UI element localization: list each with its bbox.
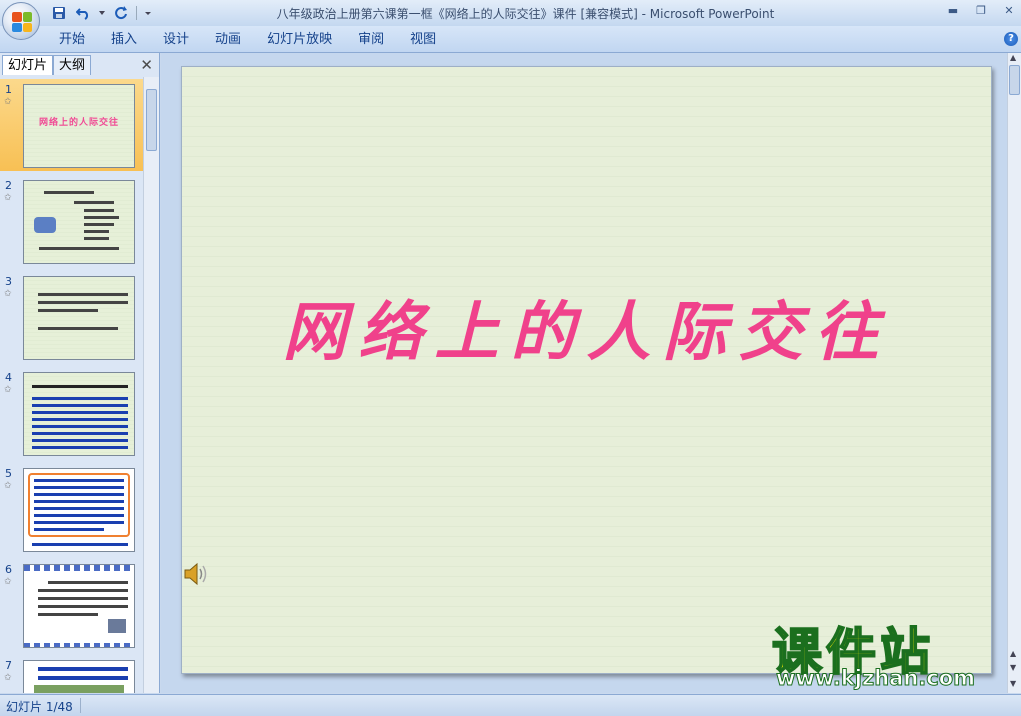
close-panel-icon[interactable]: ✕: [140, 56, 153, 74]
slide-thumbnail-7[interactable]: 7 ✩: [0, 655, 143, 693]
slide-thumbnail-3[interactable]: 3 ✩: [0, 271, 143, 363]
save-icon[interactable]: [50, 4, 68, 22]
slide-number: 5: [5, 467, 12, 480]
tab-animations[interactable]: 动画: [202, 30, 254, 50]
status-bar: 幻灯片 1/48: [0, 694, 1021, 716]
slide-title[interactable]: 网络上的人际交往: [182, 281, 991, 373]
thumbnails-scrollbar[interactable]: [143, 77, 159, 693]
animation-star-icon: ✩: [4, 385, 12, 395]
animation-star-icon: ✩: [4, 577, 12, 587]
slide-thumbnail-6[interactable]: 6 ✩: [0, 559, 143, 651]
watermark-logo: 课件站 www.kjzhan.com: [771, 612, 1012, 692]
undo-dropdown-icon[interactable]: [98, 4, 106, 22]
slide-number: 1: [5, 83, 12, 96]
restore-icon[interactable]: ❐: [973, 3, 989, 19]
ribbon-tabs: 开始 插入 设计 动画 幻灯片放映 审阅 视图: [46, 30, 449, 50]
office-button[interactable]: [2, 2, 40, 40]
slide-thumbnail-4[interactable]: 4 ✩: [0, 367, 143, 459]
office-logo-icon: [12, 12, 32, 32]
window-title: 八年级政治上册第六课第一框《网络上的人际交往》课件 [兼容模式] - Micro…: [276, 7, 775, 21]
animation-star-icon: ✩: [4, 673, 12, 683]
window-controls: ▬ ❐ ✕: [945, 3, 1017, 19]
tab-view[interactable]: 视图: [397, 30, 449, 50]
thumbnail-image: 网络上的人际交往: [23, 84, 135, 168]
animation-star-icon: ✩: [4, 97, 12, 107]
slide-number: 3: [5, 275, 12, 288]
thumbnail-image: [23, 660, 135, 693]
minimize-icon[interactable]: ▬: [945, 3, 961, 19]
scrollbar-thumb[interactable]: [146, 89, 157, 151]
thumbnail-title: 网络上的人际交往: [38, 118, 119, 128]
qat-separator: [136, 6, 137, 20]
tab-slides[interactable]: 幻灯片: [2, 55, 54, 75]
redo-icon[interactable]: [112, 4, 130, 22]
slide-number: 6: [5, 563, 12, 576]
slide-thumbnail-1[interactable]: 1 ✩ 网络上的人际交往: [0, 79, 143, 171]
animation-star-icon: ✩: [4, 481, 12, 491]
slide-number: 4: [5, 371, 12, 384]
tab-review[interactable]: 审阅: [345, 30, 397, 50]
status-divider: [80, 698, 81, 713]
tab-outline[interactable]: 大纲: [53, 55, 92, 75]
current-slide[interactable]: 网络上的人际交往: [181, 66, 992, 674]
tab-insert[interactable]: 插入: [98, 30, 150, 50]
main-scrollbar[interactable]: ▲ ▲ ▼ ▼: [1007, 53, 1021, 693]
slide-count: 幻灯片 1/48: [6, 700, 73, 714]
slides-panel: 幻灯片 大纲 ✕ 1 ✩ 网络上的人际交往 2 ✩ 3 ✩ 4 ✩ 5 ✩ 6 …: [0, 53, 160, 693]
thumbnail-image: [23, 564, 135, 648]
animation-star-icon: ✩: [4, 289, 12, 299]
tab-slideshow[interactable]: 幻灯片放映: [254, 30, 345, 50]
watermark-url: www.kjzhan.com: [775, 666, 976, 691]
main-scrollbar-thumb[interactable]: [1009, 65, 1020, 95]
slide-thumbnails: 1 ✩ 网络上的人际交往 2 ✩ 3 ✩ 4 ✩ 5 ✩ 6 ✩ 7 ✩: [0, 77, 143, 693]
slide-thumbnail-5[interactable]: 5 ✩: [0, 463, 143, 555]
tab-design[interactable]: 设计: [150, 30, 202, 50]
thumbnail-image: [23, 372, 135, 456]
speaker-icon[interactable]: [182, 560, 210, 588]
ribbon-tabs-bar: 开始 插入 设计 动画 幻灯片放映 审阅 视图 ?: [0, 26, 1021, 53]
slide-number: 2: [5, 179, 12, 192]
help-icon[interactable]: ?: [1004, 32, 1018, 46]
scroll-up-icon[interactable]: ▲: [1010, 53, 1016, 62]
close-icon[interactable]: ✕: [1001, 3, 1017, 19]
undo-icon[interactable]: [74, 4, 92, 22]
slide-number: 7: [5, 659, 12, 672]
slide-editor: 网络上的人际交往: [161, 53, 1007, 693]
animation-star-icon: ✩: [4, 193, 12, 203]
thumbnail-image: [23, 276, 135, 360]
tab-home[interactable]: 开始: [46, 30, 98, 50]
slide-thumbnail-2[interactable]: 2 ✩: [0, 175, 143, 267]
quick-access-toolbar: [50, 4, 153, 22]
panel-tabs: 幻灯片 大纲: [2, 55, 92, 75]
title-bar: 八年级政治上册第六课第一框《网络上的人际交往》课件 [兼容模式] - Micro…: [0, 0, 1021, 40]
thumbnail-image: [23, 468, 135, 552]
clipart-image: [34, 217, 56, 233]
thumbnail-image: [23, 180, 135, 264]
